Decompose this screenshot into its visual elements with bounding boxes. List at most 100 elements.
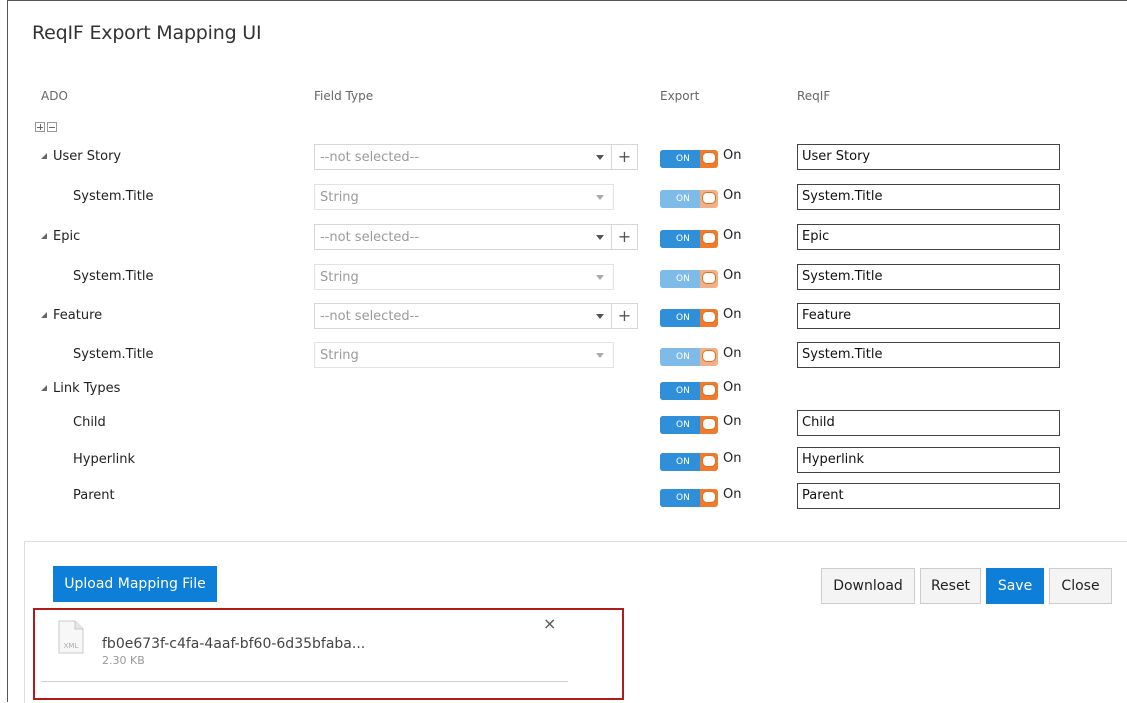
export-toggle[interactable]: ON — [660, 309, 718, 327]
node-label[interactable]: Child — [73, 415, 106, 430]
upload-mapping-file-button[interactable]: Upload Mapping File — [53, 566, 217, 602]
xml-file-icon: XML — [58, 620, 84, 654]
export-toggle[interactable]: ON — [660, 382, 718, 400]
export-toggle[interactable]: ON — [660, 416, 718, 434]
file-type-label: XML — [64, 642, 79, 650]
tree-expanded-icon[interactable] — [41, 312, 47, 318]
plus-icon: + — [617, 147, 632, 166]
download-button[interactable]: Download — [821, 568, 915, 604]
field-type-value: String — [320, 270, 359, 285]
dialog-title: ReqIF Export Mapping UI — [32, 22, 262, 44]
dropdown-arrow-icon — [587, 265, 613, 289]
tree-row-user-story: User Story --not selected-- + ON On User… — [8, 144, 1127, 172]
toggle-knob — [702, 455, 716, 467]
close-button[interactable]: Close — [1049, 568, 1112, 604]
toggle-knob — [702, 272, 716, 284]
collapse-all-icon[interactable] — [47, 122, 57, 132]
close-icon[interactable]: × — [543, 614, 556, 633]
tree-expanded-icon[interactable] — [41, 385, 47, 391]
toggle-knob — [702, 311, 716, 323]
dropdown-arrow-icon — [587, 343, 613, 367]
node-label[interactable]: System.Title — [73, 347, 153, 362]
node-label: Epic — [53, 229, 81, 244]
toggle-on-text: ON — [676, 194, 690, 204]
reqif-name-input[interactable]: System.Title — [797, 264, 1060, 290]
toggle-on-text: ON — [676, 457, 690, 467]
export-state-label: On — [723, 346, 742, 361]
node-label: Feature — [53, 308, 103, 323]
field-type-select: String — [314, 264, 614, 290]
reqif-name-input[interactable]: Feature — [797, 303, 1060, 329]
tree-expanded-icon[interactable] — [41, 153, 47, 159]
expand-all-icon[interactable] — [35, 122, 45, 132]
toggle-knob — [702, 491, 716, 503]
file-size: 2.30 KB — [102, 654, 145, 667]
export-toggle[interactable]: ON — [660, 489, 718, 507]
toggle-on-text: ON — [676, 274, 690, 284]
reqif-name-input[interactable]: Hyperlink — [797, 447, 1060, 473]
field-type-select: String — [314, 184, 614, 210]
toggle-knob — [702, 418, 716, 430]
export-state-label: On — [723, 307, 742, 322]
export-state-label: On — [723, 228, 742, 243]
plus-icon: + — [617, 306, 632, 325]
toggle-knob — [702, 350, 716, 362]
field-type-value: --not selected-- — [320, 230, 420, 245]
node-label[interactable]: Hyperlink — [73, 452, 135, 467]
add-field-button[interactable]: + — [611, 224, 638, 250]
column-header-reqif: ReqIF — [797, 89, 831, 103]
tree-row-hyperlink: Hyperlink ON On Hyperlink — [8, 447, 1127, 475]
export-toggle[interactable]: ON — [660, 150, 718, 168]
export-state-label: On — [723, 487, 742, 502]
export-state-label: On — [723, 268, 742, 283]
export-toggle[interactable]: ON — [660, 348, 718, 366]
field-type-select[interactable]: --not selected-- — [314, 144, 614, 170]
export-toggle[interactable]: ON — [660, 270, 718, 288]
export-state-label: On — [723, 451, 742, 466]
field-type-select[interactable]: --not selected-- — [314, 303, 614, 329]
tree-node[interactable]: Epic — [41, 229, 80, 244]
dropdown-arrow-icon[interactable] — [587, 304, 613, 328]
export-toggle[interactable]: ON — [660, 190, 718, 208]
export-toggle[interactable]: ON — [660, 453, 718, 471]
toggle-on-text: ON — [676, 420, 690, 430]
mapping-dialog: ReqIF Export Mapping UI ADO Field Type E… — [7, 0, 1127, 703]
reqif-name-input[interactable]: Child — [797, 410, 1060, 436]
node-label[interactable]: Parent — [73, 488, 115, 503]
node-label[interactable]: System.Title — [73, 189, 153, 204]
save-button[interactable]: Save — [986, 568, 1044, 604]
tree-node[interactable]: User Story — [41, 149, 121, 164]
reqif-name-input[interactable]: Epic — [797, 224, 1060, 250]
dropdown-arrow-icon[interactable] — [587, 145, 613, 169]
tree-node[interactable]: Feature — [41, 308, 102, 323]
toggle-knob — [702, 152, 716, 164]
tree-row-system-title: System.Title String ON On System.Title — [8, 184, 1127, 212]
dropdown-arrow-icon[interactable] — [587, 225, 613, 249]
tree-node[interactable]: Link Types — [41, 381, 120, 396]
toggle-knob — [702, 232, 716, 244]
tree-row-system-title: System.Title String ON On System.Title — [8, 264, 1127, 292]
plus-icon: + — [617, 227, 632, 246]
field-type-select[interactable]: --not selected-- — [314, 224, 614, 250]
add-field-button[interactable]: + — [611, 303, 638, 329]
column-header-export: Export — [660, 89, 700, 103]
tree-expanded-icon[interactable] — [41, 233, 47, 239]
tree-row-link-types: Link Types ON On — [8, 376, 1127, 404]
node-label: User Story — [53, 149, 122, 164]
tree-row-epic: Epic --not selected-- + ON On Epic — [8, 224, 1127, 252]
node-label[interactable]: System.Title — [73, 269, 153, 284]
file-name: fb0e673f-c4fa-4aaf-bf60-6d35bfaba... — [102, 636, 366, 652]
export-toggle[interactable]: ON — [660, 230, 718, 248]
field-type-value: String — [320, 190, 359, 205]
reset-button[interactable]: Reset — [920, 568, 981, 604]
field-type-value: --not selected-- — [320, 150, 420, 165]
reqif-name-input[interactable]: User Story — [797, 144, 1060, 170]
field-type-value: String — [320, 348, 359, 363]
toggle-on-text: ON — [676, 154, 690, 164]
field-type-value: --not selected-- — [320, 309, 420, 324]
add-field-button[interactable]: + — [611, 144, 638, 170]
reqif-name-input[interactable]: System.Title — [797, 184, 1060, 210]
reqif-name-input[interactable]: System.Title — [797, 342, 1060, 368]
reqif-name-input[interactable]: Parent — [797, 483, 1060, 509]
tree-row-feature: Feature --not selected-- + ON On Feature — [8, 303, 1127, 331]
